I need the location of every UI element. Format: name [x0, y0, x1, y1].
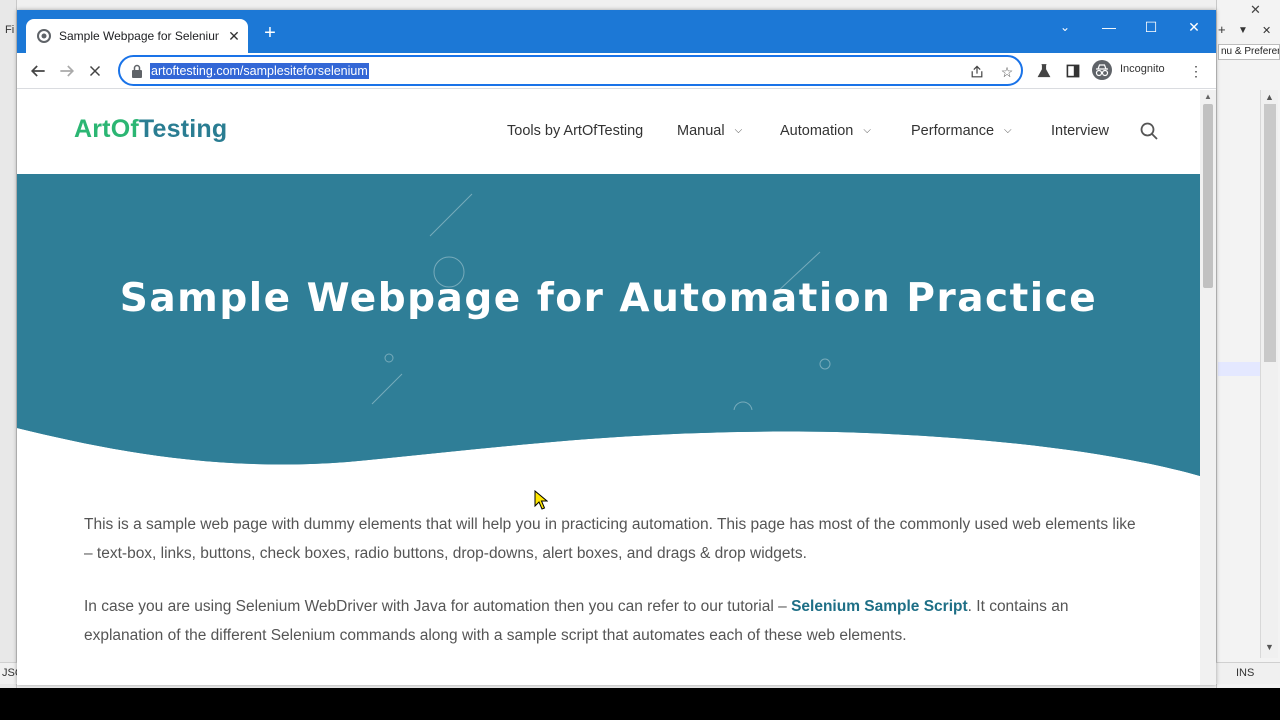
- chevron-down-icon: ⌵: [863, 125, 871, 136]
- nav-item-performance-label: Performance: [911, 123, 995, 139]
- mouse-cursor-icon: [534, 490, 548, 510]
- more-menu-icon[interactable]: ⋮: [1187, 61, 1205, 81]
- url-text[interactable]: artoftesting.com/samplesiteforselenium: [150, 63, 369, 79]
- browser-window: Sample Webpage for Selenium Automation P…: [17, 10, 1216, 685]
- tutorial-text-before: In case you are using Selenium WebDriver…: [84, 598, 792, 615]
- new-tab-button[interactable]: +: [259, 23, 281, 45]
- status-insert-mode: INS: [1236, 667, 1255, 679]
- loading-favicon-icon: [37, 29, 51, 43]
- page-scroll-thumb[interactable]: [1203, 104, 1213, 288]
- browser-tab-active[interactable]: Sample Webpage for Selenium Automation P…: [26, 19, 248, 53]
- logo-part-testing: Testing: [138, 115, 228, 143]
- background-add-icon[interactable]: +: [1218, 22, 1226, 37]
- nav-item-manual-label: Manual: [677, 123, 725, 139]
- page-scrollbar[interactable]: ▲: [1200, 90, 1216, 685]
- background-dropdown-icon[interactable]: ▼: [1238, 25, 1248, 36]
- background-selection-highlight: [1218, 362, 1260, 376]
- arrow-right-icon: [60, 65, 75, 77]
- background-side-tab[interactable]: nu & Preferenc: [1218, 44, 1280, 60]
- close-window-button[interactable]: ✕: [1179, 16, 1209, 38]
- flask-icon[interactable]: [1034, 61, 1054, 81]
- background-close-tab-icon[interactable]: ✕: [1262, 24, 1271, 37]
- tab-title: Sample Webpage for Selenium Automation P…: [59, 29, 219, 43]
- search-icon[interactable]: [1139, 121, 1159, 141]
- nav-item-performance[interactable]: Performance ⌵: [911, 123, 1012, 139]
- chevron-down-icon: ⌵: [734, 125, 743, 136]
- intro-content: This is a sample web page with dummy ele…: [84, 510, 1144, 674]
- background-menu-letter: Fi: [5, 24, 15, 36]
- intro-paragraph: This is a sample web page with dummy ele…: [84, 516, 1136, 562]
- nav-item-automation-label: Automation: [780, 123, 854, 139]
- chevron-down-icon: ⌵: [1004, 125, 1012, 136]
- forward-button[interactable]: [55, 59, 79, 83]
- tab-close-icon[interactable]: ✕: [225, 27, 243, 45]
- scroll-up-icon[interactable]: ▲: [1204, 92, 1212, 101]
- incognito-icon: [1092, 60, 1112, 80]
- scroll-down-icon[interactable]: ▼: [1265, 642, 1274, 652]
- nav-item-automation[interactable]: Automation ⌵: [780, 123, 871, 139]
- hero-wave-divider: [17, 410, 1200, 490]
- hero-title: Sample Webpage for Automation Practice: [119, 276, 1098, 321]
- back-button[interactable]: [26, 59, 50, 83]
- share-icon[interactable]: [967, 62, 987, 82]
- nav-item-manual[interactable]: Manual ⌵: [677, 123, 742, 139]
- minimize-button[interactable]: —: [1094, 16, 1124, 38]
- site-header: ArtOfTesting Tools by ArtOfTesting Manua…: [17, 90, 1200, 174]
- background-left-strip: [0, 0, 17, 688]
- scroll-up-icon[interactable]: ▲: [1265, 92, 1274, 102]
- arrow-left-icon: [30, 65, 45, 77]
- incognito-label: Incognito: [1120, 63, 1165, 75]
- maximize-button[interactable]: ☐: [1136, 16, 1166, 38]
- nav-item-tools[interactable]: Tools by ArtOfTesting: [507, 123, 643, 139]
- tab-search-icon[interactable]: ⌄: [1050, 16, 1080, 38]
- address-bar[interactable]: artoftesting.com/samplesiteforselenium ☆: [118, 55, 1023, 86]
- browser-toolbar: artoftesting.com/samplesiteforselenium ☆…: [17, 53, 1216, 89]
- lock-icon[interactable]: [131, 64, 143, 78]
- close-icon: [89, 65, 101, 77]
- side-panel-icon[interactable]: [1063, 61, 1083, 81]
- background-scroll-thumb[interactable]: [1264, 104, 1276, 362]
- page-viewport: ArtOfTesting Tools by ArtOfTesting Manua…: [17, 90, 1200, 685]
- background-scrollbar[interactable]: ▲ ▼: [1260, 90, 1278, 658]
- browser-titlebar: Sample Webpage for Selenium Automation P…: [17, 10, 1216, 53]
- logo-part-artof: ArtOf: [74, 115, 139, 143]
- nav-item-interview[interactable]: Interview: [1051, 123, 1109, 139]
- selenium-sample-script-link[interactable]: Selenium Sample Script: [791, 598, 968, 615]
- site-logo[interactable]: ArtOfTesting: [74, 115, 227, 144]
- stop-loading-button[interactable]: [83, 59, 107, 83]
- star-icon[interactable]: ☆: [997, 62, 1017, 82]
- background-close-icon[interactable]: ✕: [1250, 2, 1261, 18]
- tutorial-paragraph: In case you are using Selenium WebDriver…: [84, 592, 1144, 650]
